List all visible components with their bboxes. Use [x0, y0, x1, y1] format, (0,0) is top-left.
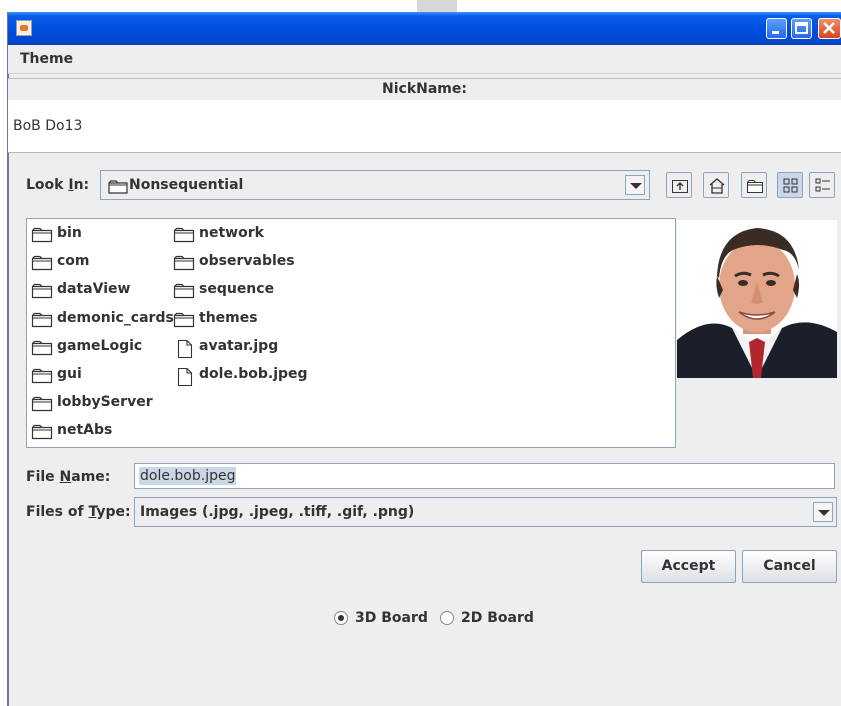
maximize-icon: [795, 22, 808, 34]
file-list[interactable]: bin com dataView demonic_cards gameLogic gui l…: [26, 218, 676, 448]
file-item-label: dole.bob.jpeg: [199, 366, 308, 382]
chevron-down-icon: [818, 510, 830, 516]
folder-icon: [173, 256, 195, 271]
folder-icon: [173, 284, 195, 299]
label-3d-board[interactable]: 3D Board: [355, 610, 428, 626]
file-item-label: netAbs: [57, 422, 113, 439]
nickname-header: NickName:: [8, 78, 841, 101]
title-bar[interactable]: [8, 12, 841, 45]
label-2d-board[interactable]: 2D Board: [461, 610, 534, 626]
look-in-label: Look In:: [26, 177, 90, 193]
details-view-button[interactable]: [809, 172, 835, 198]
folder-icon: [108, 180, 128, 194]
radio-selected-dot: [338, 615, 344, 621]
up-folder-icon: [672, 180, 688, 193]
radio-3d-board[interactable]: [334, 611, 348, 625]
file-item-label: gui: [57, 366, 82, 382]
file-item-label: lobbyServer: [57, 394, 153, 411]
minimize-button[interactable]: [766, 18, 787, 39]
cancel-button[interactable]: Cancel: [742, 550, 837, 583]
chevron-down-icon: [630, 183, 642, 189]
file-item-label: bin: [57, 225, 82, 241]
file-icon: [177, 368, 193, 386]
files-of-type-label: Files of Type:: [26, 504, 131, 520]
avatar-preview-image: [677, 220, 837, 378]
screen-top-strip: [0, 0, 841, 12]
nickname-value: BoB Do13: [13, 118, 83, 134]
list-view-icon: [783, 178, 798, 193]
folder-icon: [31, 425, 53, 440]
maximize-button[interactable]: [791, 18, 812, 39]
look-in-dropdown-arrow[interactable]: [625, 175, 645, 195]
menu-theme[interactable]: Theme: [20, 51, 73, 67]
minimize-icon: [772, 31, 779, 34]
file-icon: [177, 339, 193, 358]
file-item-label: demonic_cards: [57, 309, 174, 326]
folder-icon: [31, 227, 53, 243]
accept-button[interactable]: Accept: [641, 550, 736, 583]
folder-icon: [31, 368, 53, 384]
new-folder-button[interactable]: [741, 172, 767, 198]
files-of-type-value: Images (.jpg, .jpeg, .tiff, .gif, .png): [140, 504, 415, 520]
file-item-label: network: [199, 225, 264, 241]
file-item-label: sequence: [199, 281, 275, 298]
menu-bar: Theme: [8, 45, 841, 74]
folder-icon: [31, 256, 53, 271]
file-item-label: themes: [199, 309, 258, 326]
folder-icon: [31, 284, 53, 299]
nickname-field[interactable]: BoB Do13: [8, 100, 841, 153]
home-button[interactable]: [703, 172, 729, 198]
folder-icon: [31, 397, 53, 412]
folder-icon: [31, 340, 53, 355]
file-name-value: dole.bob.jpeg: [139, 467, 237, 485]
close-icon: [823, 22, 835, 34]
files-of-type-combo[interactable]: Images (.jpg, .jpeg, .tiff, .gif, .png): [134, 497, 837, 527]
java-app-icon: [16, 20, 32, 36]
file-item-label: dataView: [57, 281, 131, 298]
list-view-button[interactable]: [777, 172, 803, 198]
look-in-combo[interactable]: Nonsequential: [100, 170, 650, 200]
folder-icon: [173, 227, 195, 243]
file-item-label: observables: [199, 253, 295, 270]
file-item-label: avatar.jpg: [199, 337, 279, 354]
details-view-icon: [815, 178, 830, 192]
look-in-value: Nonsequential: [129, 177, 244, 193]
folder-icon: [173, 312, 195, 327]
file-name-input[interactable]: dole.bob.jpeg: [134, 463, 835, 489]
new-folder-icon: [747, 180, 763, 193]
home-icon: [709, 178, 725, 194]
files-of-type-dropdown-arrow[interactable]: [813, 502, 833, 522]
folder-icon: [31, 312, 53, 327]
file-item-label: com: [57, 253, 90, 270]
file-item-label: gameLogic: [57, 337, 143, 354]
radio-2d-board[interactable]: [440, 611, 454, 625]
file-name-label: File Name:: [26, 469, 111, 485]
close-button[interactable]: [818, 18, 841, 39]
up-one-level-button[interactable]: [666, 172, 692, 198]
